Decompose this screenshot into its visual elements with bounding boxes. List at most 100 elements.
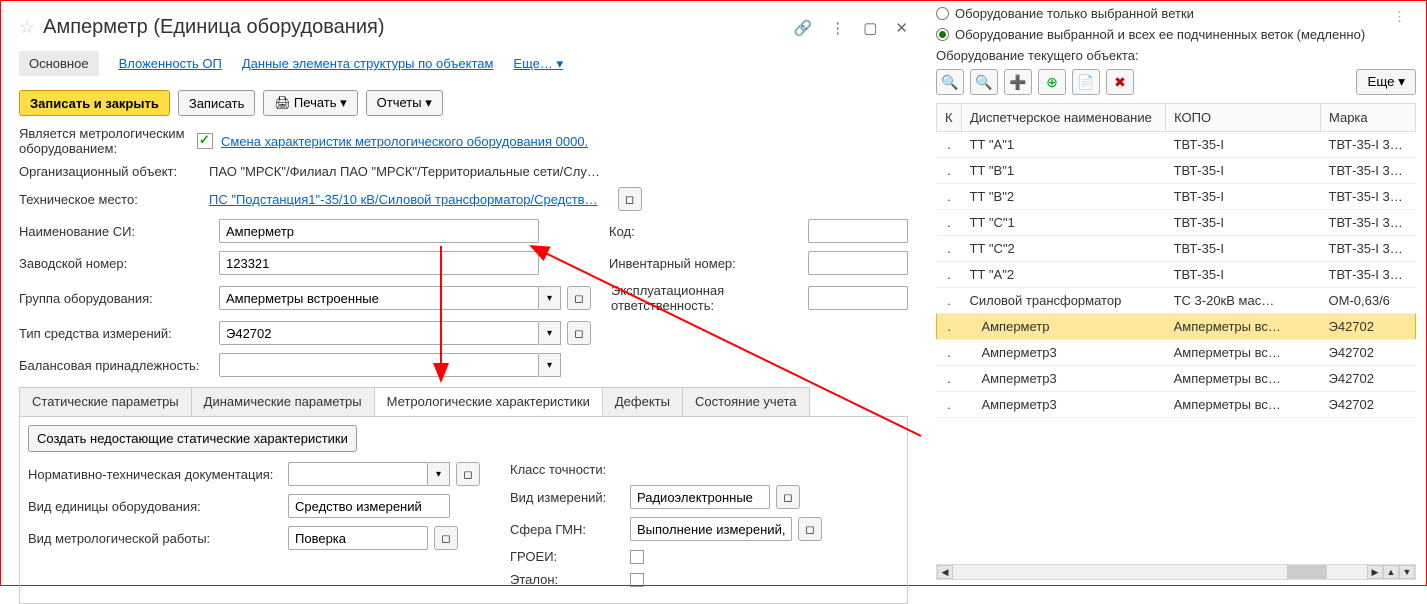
- code-label: Код:: [609, 224, 798, 239]
- create-missing-button[interactable]: Создать недостающие статические характер…: [28, 425, 357, 452]
- work-type-open-button[interactable]: ◻: [434, 526, 458, 550]
- tab-more[interactable]: Еще… ▾: [513, 56, 563, 72]
- doc-dropdown-button[interactable]: ▾: [428, 462, 450, 486]
- close-icon[interactable]: ✕: [895, 19, 908, 37]
- factory-label: Заводской номер:: [19, 256, 209, 271]
- unit-type-input[interactable]: [288, 494, 450, 518]
- scroll-up-icon[interactable]: ▲: [1383, 565, 1399, 579]
- tech-place-label: Техническое место:: [19, 192, 209, 207]
- copy-button[interactable]: ⊕: [1038, 69, 1066, 95]
- radio-icon-checked: [936, 28, 949, 41]
- name-si-input[interactable]: [219, 219, 539, 243]
- radio-selected-branch[interactable]: Оборудование только выбранной ветки: [936, 6, 1416, 21]
- table-row[interactable]: .Амперметр3Амперметры вс…Э42702: [937, 366, 1416, 392]
- sphere-open-button[interactable]: ◻: [798, 517, 822, 541]
- sphere-input[interactable]: [630, 517, 792, 541]
- code-input[interactable]: [808, 219, 908, 243]
- tab-data-elements[interactable]: Данные элемента структуры по объектам: [242, 56, 494, 71]
- save-button[interactable]: Записать: [178, 90, 256, 116]
- responsibility-input[interactable]: [808, 286, 908, 310]
- type-input[interactable]: [219, 321, 539, 345]
- doc-input[interactable]: [288, 462, 428, 486]
- balance-label: Балансовая принадлежность:: [19, 358, 209, 373]
- balance-input[interactable]: [219, 353, 539, 377]
- radio-all-branches[interactable]: Оборудование выбранной и всех ее подчине…: [936, 27, 1416, 42]
- col-brand[interactable]: Марка: [1321, 104, 1416, 132]
- search-button[interactable]: 🔍: [936, 69, 964, 95]
- type-dropdown-button[interactable]: ▾: [539, 321, 561, 345]
- group-open-button[interactable]: ◻: [567, 286, 591, 310]
- tab-metro-chars[interactable]: Метрологические характеристики: [374, 387, 603, 416]
- tab-static-params[interactable]: Статические параметры: [19, 387, 192, 416]
- tab-nesting[interactable]: Вложенность ОП: [119, 56, 222, 71]
- accuracy-label: Класс точности:: [510, 462, 630, 477]
- print-icon: 🖨: [274, 95, 291, 111]
- group-dropdown-button[interactable]: ▾: [539, 286, 561, 310]
- link-icon[interactable]: 🔗: [794, 19, 813, 37]
- is-metro-label: Является метрологическим оборудованием:: [19, 126, 189, 156]
- sphere-label: Сфера ГМН:: [510, 522, 630, 537]
- groei-checkbox[interactable]: [630, 550, 644, 564]
- more-button[interactable]: Еще ▾: [1356, 69, 1416, 95]
- save-close-button[interactable]: Записать и закрыть: [19, 90, 170, 116]
- scroll-left-icon[interactable]: ◀: [937, 565, 953, 579]
- delete-button[interactable]: ✖: [1106, 69, 1134, 95]
- etalon-checkbox[interactable]: [630, 573, 644, 587]
- equipment-table: К Диспетчерское наименование КОПО Марка …: [936, 103, 1416, 418]
- add-button[interactable]: ➕: [1004, 69, 1032, 95]
- group-input[interactable]: [219, 286, 539, 310]
- reports-button[interactable]: Отчеты ▾: [366, 90, 443, 116]
- measure-type-open-button[interactable]: ◻: [776, 485, 800, 509]
- tab-main[interactable]: Основное: [19, 51, 99, 76]
- equipment-subtitle: Оборудование текущего объекта:: [936, 48, 1416, 63]
- scroll-right-icon[interactable]: ▶: [1367, 565, 1383, 579]
- group-label: Группа оборудования:: [19, 291, 209, 306]
- tech-place-open-button[interactable]: ◻: [618, 187, 642, 211]
- col-kopo[interactable]: КОПО: [1166, 104, 1321, 132]
- scroll-down-icon[interactable]: ▼: [1399, 565, 1415, 579]
- horizontal-scrollbar[interactable]: ◀ ▶ ▲ ▼: [936, 564, 1416, 580]
- measure-type-input[interactable]: [630, 485, 770, 509]
- work-type-input[interactable]: [288, 526, 428, 550]
- groei-label: ГРОЕИ:: [510, 549, 630, 564]
- responsibility-label: Эксплуатационная ответственность:: [611, 283, 798, 313]
- kebab-icon[interactable]: ⋮: [830, 19, 845, 37]
- is-metro-checkbox[interactable]: [197, 133, 213, 149]
- radio-icon: [936, 7, 949, 20]
- table-row[interactable]: .ТТ "С"1ТВТ-35-IТВТ-35-I 300/: [937, 210, 1416, 236]
- table-row[interactable]: .Амперметр3Амперметры вс…Э42702: [937, 340, 1416, 366]
- right-kebab-icon[interactable]: ⋮: [1393, 9, 1406, 25]
- col-k[interactable]: К: [937, 104, 962, 132]
- measure-type-label: Вид измерений:: [510, 490, 630, 505]
- table-row[interactable]: .ТТ "С"2ТВТ-35-IТВТ-35-I 300/: [937, 236, 1416, 262]
- table-row[interactable]: .АмперметрАмперметры вс…Э42702: [937, 314, 1416, 340]
- inventory-input[interactable]: [808, 251, 908, 275]
- change-characteristics-link[interactable]: Смена характеристик метрологического обо…: [221, 134, 588, 149]
- factory-input[interactable]: [219, 251, 539, 275]
- page-title: Амперметр (Единица оборудования): [43, 16, 793, 39]
- clear-search-button[interactable]: 🔍: [970, 69, 998, 95]
- doc-open-button[interactable]: ◻: [456, 462, 480, 486]
- table-row[interactable]: .Силовой трансформаторТС 3-20кВ мас…ОМ-0…: [937, 288, 1416, 314]
- new-doc-button[interactable]: 📄: [1072, 69, 1100, 95]
- tab-dynamic-params[interactable]: Динамические параметры: [191, 387, 375, 416]
- table-row[interactable]: .ТТ "В"2ТВТ-35-IТВТ-35-I 300/: [937, 184, 1416, 210]
- window-icon[interactable]: ▢: [863, 19, 877, 37]
- table-row[interactable]: .Амперметр3Амперметры вс…Э42702: [937, 392, 1416, 418]
- balance-dropdown-button[interactable]: ▾: [539, 353, 561, 377]
- doc-label: Нормативно-техническая документация:: [28, 467, 288, 482]
- type-open-button[interactable]: ◻: [567, 321, 591, 345]
- name-si-label: Наименование СИ:: [19, 224, 209, 239]
- tech-place-link[interactable]: ПС "Подстанция1"-35/10 кВ/Силовой трансф…: [209, 192, 598, 207]
- table-row[interactable]: .ТТ "А"2ТВТ-35-IТВТ-35-I 300/: [937, 262, 1416, 288]
- tab-state[interactable]: Состояние учета: [682, 387, 810, 416]
- tab-defects[interactable]: Дефекты: [602, 387, 683, 416]
- table-row[interactable]: .ТТ "А"1ТВТ-35-IТВТ-35-I 300/: [937, 132, 1416, 158]
- work-type-label: Вид метрологической работы:: [28, 531, 288, 546]
- col-name[interactable]: Диспетчерское наименование: [961, 104, 1165, 132]
- inventory-label: Инвентарный номер:: [609, 256, 798, 271]
- favorite-star-icon[interactable]: ☆: [19, 17, 35, 38]
- print-button[interactable]: 🖨Печать ▾: [263, 90, 357, 116]
- scroll-thumb[interactable]: [1287, 565, 1327, 579]
- table-row[interactable]: .ТТ "В"1ТВТ-35-IТВТ-35-I 300/: [937, 158, 1416, 184]
